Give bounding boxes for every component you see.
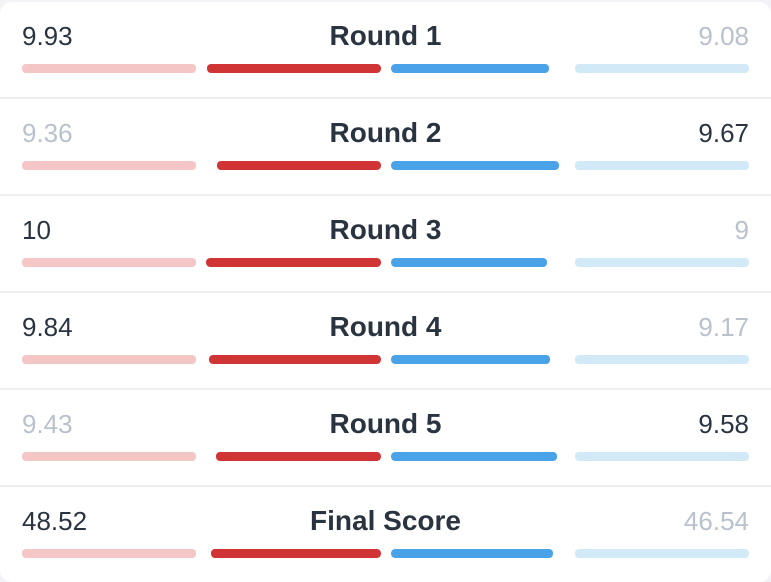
right-outer-bar: [575, 64, 749, 73]
row-header: 9.43 Round 5 9.58: [22, 408, 749, 440]
right-inner-bar: [391, 64, 565, 73]
left-inner-fill: [211, 549, 380, 558]
right-inner-bar: [391, 452, 565, 461]
right-score: 9: [669, 215, 749, 246]
right-score: 9.08: [669, 21, 749, 52]
bar-group: [22, 549, 749, 558]
right-inner-fill: [391, 452, 558, 461]
right-inner-bar: [391, 258, 565, 267]
left-inner-fill: [206, 258, 380, 267]
row-header: 48.52 Final Score 46.54: [22, 505, 749, 537]
round-row: 9.93 Round 1 9.08: [0, 2, 771, 99]
left-inner-fill: [209, 355, 380, 364]
right-score: 9.17: [669, 312, 749, 343]
left-outer-bar: [22, 64, 196, 73]
left-outer-bar: [22, 549, 196, 558]
left-score: 9.36: [22, 118, 102, 149]
bar-group: [22, 258, 749, 267]
right-inner-fill: [391, 64, 549, 73]
left-inner-bar: [206, 355, 380, 364]
left-outer-bar: [22, 161, 196, 170]
left-inner-fill: [207, 64, 380, 73]
right-inner-bar: [391, 549, 565, 558]
bar-group: [22, 64, 749, 73]
round-label: Round 4: [102, 311, 669, 343]
right-outer-fill: [575, 549, 737, 558]
left-inner-bar: [206, 452, 380, 461]
left-inner-bar: [206, 258, 380, 267]
left-score: 9.43: [22, 409, 102, 440]
left-outer-fill: [33, 161, 196, 170]
left-outer-bar: [22, 258, 196, 267]
bar-group: [22, 355, 749, 364]
right-inner-bar: [391, 161, 565, 170]
left-score: 10: [22, 215, 102, 246]
right-score: 46.54: [669, 506, 749, 537]
left-inner-fill: [217, 161, 380, 170]
left-outer-bar: [22, 355, 196, 364]
left-score: 9.84: [22, 312, 102, 343]
right-outer-fill: [575, 161, 743, 170]
right-outer-bar: [575, 355, 749, 364]
left-outer-bar: [22, 452, 196, 461]
right-inner-fill: [391, 161, 559, 170]
right-inner-fill: [391, 549, 553, 558]
right-outer-fill: [575, 258, 732, 267]
left-outer-fill: [27, 549, 196, 558]
row-header: 9.93 Round 1 9.08: [22, 20, 749, 52]
right-inner-fill: [391, 258, 548, 267]
right-outer-fill: [575, 355, 735, 364]
round-row: 9.43 Round 5 9.58: [0, 390, 771, 487]
left-inner-bar: [206, 161, 380, 170]
right-outer-fill: [575, 64, 733, 73]
row-header: 9.84 Round 4 9.17: [22, 311, 749, 343]
scorecard: 9.93 Round 1 9.08 9.36 Round 2 9.67: [0, 2, 771, 582]
round-label: Round 5: [102, 408, 669, 440]
round-label: Round 3: [102, 214, 669, 246]
round-label: Round 2: [102, 117, 669, 149]
round-label: Round 1: [102, 20, 669, 52]
round-row: 9.36 Round 2 9.67: [0, 99, 771, 196]
right-score: 9.58: [669, 409, 749, 440]
right-inner-fill: [391, 355, 551, 364]
left-outer-fill: [32, 452, 196, 461]
right-outer-bar: [575, 549, 749, 558]
round-row: 9.84 Round 4 9.17: [0, 293, 771, 390]
left-inner-fill: [216, 452, 380, 461]
final-row: 48.52 Final Score 46.54: [0, 487, 771, 582]
right-outer-fill: [575, 452, 742, 461]
left-outer-fill: [23, 64, 196, 73]
right-outer-bar: [575, 258, 749, 267]
row-header: 9.36 Round 2 9.67: [22, 117, 749, 149]
left-inner-bar: [206, 549, 380, 558]
row-header: 10 Round 3 9: [22, 214, 749, 246]
left-outer-fill: [25, 355, 196, 364]
right-outer-bar: [575, 161, 749, 170]
bar-group: [22, 161, 749, 170]
left-outer-fill: [22, 258, 196, 267]
bar-group: [22, 452, 749, 461]
right-inner-bar: [391, 355, 565, 364]
right-outer-bar: [575, 452, 749, 461]
left-score: 48.52: [22, 506, 102, 537]
round-row: 10 Round 3 9: [0, 196, 771, 293]
right-score: 9.67: [669, 118, 749, 149]
left-inner-bar: [206, 64, 380, 73]
left-score: 9.93: [22, 21, 102, 52]
round-label: Final Score: [102, 505, 669, 537]
